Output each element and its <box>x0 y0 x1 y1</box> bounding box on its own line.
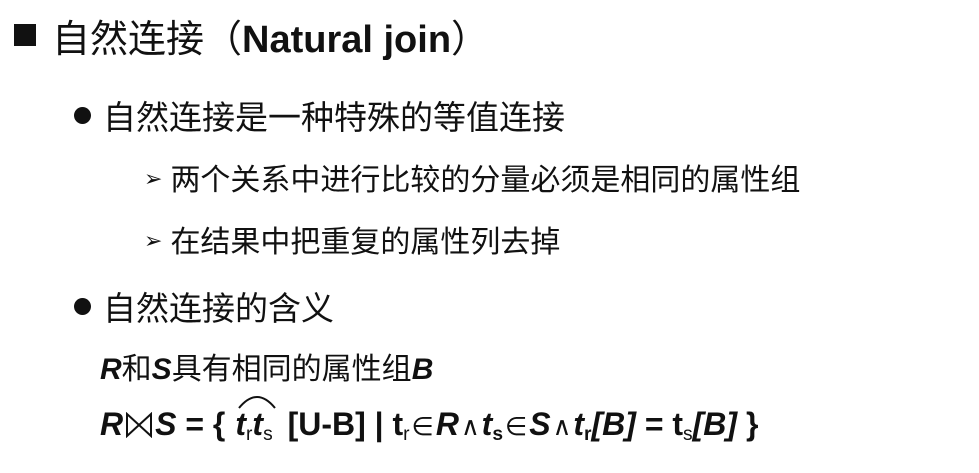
arrow-bullet-icon: ➢ <box>144 167 163 192</box>
round-bullet-icon <box>74 298 91 315</box>
math-line-1: R和S具有相同的属性组B <box>100 355 433 385</box>
t-s-3: t <box>672 406 684 442</box>
arc-hat-icon <box>238 396 277 409</box>
sub-bullet-2: ➢ 在结果中把重复的属性列去掉 <box>144 228 560 258</box>
ub-part: [U-B] | <box>278 406 393 442</box>
brace-close: } <box>737 406 759 442</box>
and-symbol: ∧ <box>460 412 480 442</box>
heading-close: ） <box>451 17 490 61</box>
in-symbol-2: ∈ <box>505 412 528 442</box>
slide-heading: 自然连接（Natural join） <box>14 20 489 59</box>
word-and: 和 <box>121 352 152 387</box>
var-R-2: R <box>435 406 459 442</box>
sub-bullet-1: ➢ 两个关系中进行比较的分量必须是相同的属性组 <box>144 166 800 196</box>
bullet-1-text: 自然连接是一种特殊的等值连接 <box>103 98 565 137</box>
b-bracket-2: [B] <box>692 406 738 442</box>
sub-bullet-1-text: 两个关系中进行比较的分量必须是相同的属性组 <box>170 163 801 198</box>
var-S: S <box>155 406 177 442</box>
t-s-2: t <box>481 406 493 442</box>
var-S-2: S <box>529 406 551 442</box>
round-bullet-icon <box>74 107 91 124</box>
t-r-3: t <box>573 406 585 442</box>
natural-join-icon <box>126 412 153 438</box>
bullet-2: 自然连接的含义 <box>74 292 334 325</box>
heading-cn: 自然连接（ <box>52 17 243 61</box>
and-symbol-2: ∧ <box>552 412 572 442</box>
in-symbol: ∈ <box>411 412 434 442</box>
concat-tuple: trts <box>235 396 277 444</box>
square-bullet-icon <box>14 24 36 46</box>
var-r: R <box>100 353 122 386</box>
t-r-2: t <box>392 406 404 442</box>
bullet-1: 自然连接是一种特殊的等值连接 <box>74 101 565 134</box>
math-line-1-rest: 具有相同的属性组 <box>171 352 412 387</box>
arrow-bullet-icon: ➢ <box>144 229 163 254</box>
var-s: S <box>151 353 172 386</box>
sub-bullet-2-text: 在结果中把重复的属性列去掉 <box>170 225 561 260</box>
slide: 自然连接（Natural join） 自然连接是一种特殊的等值连接 ➢ 两个关系中… <box>0 0 979 473</box>
var-b: B <box>411 353 434 386</box>
heading-en: Natural join <box>242 19 452 61</box>
eq-open: = { <box>176 406 226 442</box>
eq-2: = <box>635 406 673 442</box>
math-line-2: RS = {trts [U-B] | tr∈R∧ts∈S∧tr[B] = ts[… <box>100 396 759 444</box>
b-bracket-1: [B] <box>591 406 636 442</box>
bullet-2-text: 自然连接的含义 <box>103 289 334 328</box>
var-R: R <box>100 406 124 442</box>
